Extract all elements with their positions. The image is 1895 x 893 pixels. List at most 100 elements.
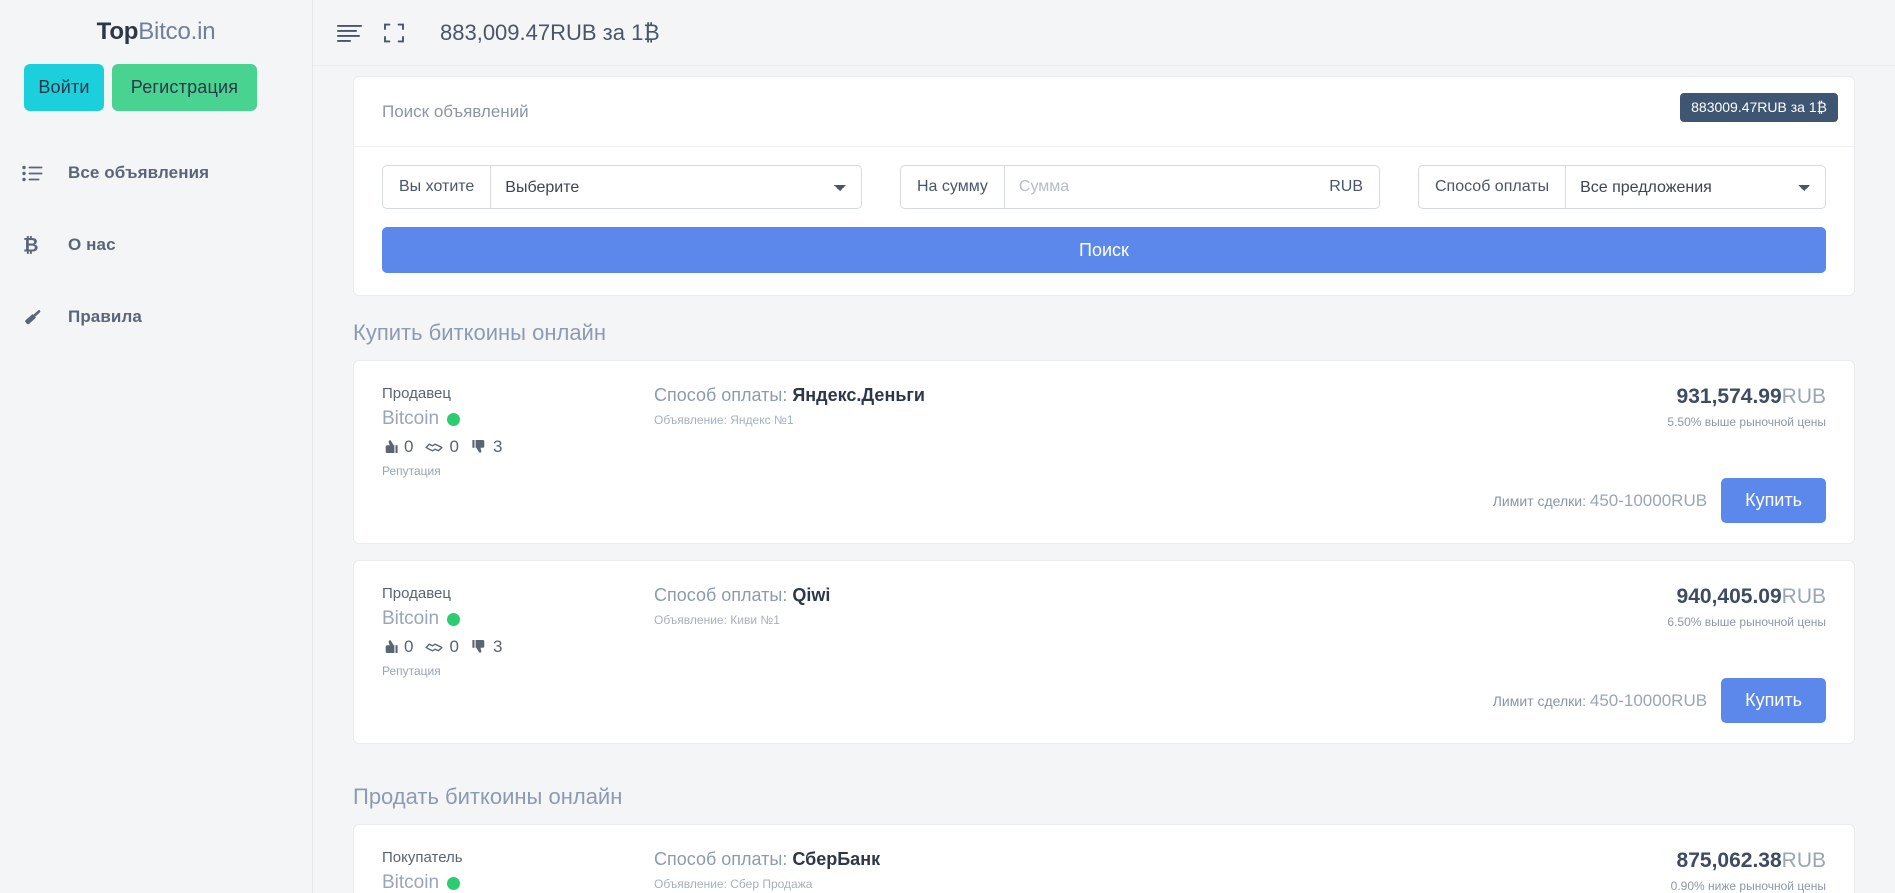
- listing-limit-value: 450-10000RUB: [1589, 490, 1708, 510]
- login-button[interactable]: Войти: [24, 64, 104, 111]
- search-form-row: Вы хотите Выберите На сумму RUB: [382, 165, 1826, 209]
- listing-role: Продавец: [382, 585, 451, 602]
- listing-action-row: Лимит сделки: 450-10000RUB Купить: [1493, 678, 1826, 723]
- listing-method-column: Способ оплаты: СберБанк Объявление: Сбер…: [644, 849, 1526, 893]
- listing-payment-method: Способ оплаты: СберБанк: [654, 849, 1526, 870]
- listing-payment-method-value: СберБанк: [792, 849, 881, 869]
- listing-payment-method: Способ оплаты: Qiwi: [654, 585, 1526, 606]
- payment-method-select[interactable]: Все предложения: [1565, 165, 1826, 209]
- want-select[interactable]: Выберите: [490, 165, 862, 209]
- listing-buy-button[interactable]: Купить: [1721, 478, 1826, 523]
- listing-payment-method-value: Qiwi: [792, 585, 831, 605]
- handshake-icon: [425, 640, 444, 655]
- listing-username: Bitcoin: [382, 408, 440, 429]
- listing-price-column: 875,062.38RUB 0.90% ниже рыночной цены: [1526, 849, 1826, 893]
- listing-price-currency: RUB: [1781, 585, 1826, 608]
- listing-price-value: 875,062.38: [1676, 849, 1782, 872]
- reputation-trades-count: 0: [449, 637, 459, 656]
- sidebar-nav: Все объявления ₿ О нас Правила: [0, 137, 312, 353]
- list-icon: [22, 165, 56, 182]
- search-form: Вы хотите Выберите На сумму RUB: [354, 147, 1854, 295]
- sidebar-item-all-listings[interactable]: Все объявления: [0, 137, 312, 209]
- listing-buy-button[interactable]: Купить: [1721, 678, 1826, 723]
- reputation-up-count: 3: [492, 637, 503, 656]
- sidebar-item-about-label: О нас: [68, 235, 116, 254]
- brand-logo-strong: Top: [96, 18, 139, 45]
- thumbs-up-icon: [471, 639, 488, 656]
- amount-input[interactable]: [1003, 165, 1314, 209]
- listing-payment-method-label: Способ оплаты:: [654, 585, 788, 605]
- listing-method-column: Способ оплаты: Яндекс.Деньги Объявление:…: [644, 385, 1526, 523]
- listing-ad-name: Объявление: Сбер Продажа: [654, 877, 813, 891]
- sidebar-item-all-listings-label: Все объявления: [68, 163, 210, 182]
- listing-card[interactable]: Продавец Bitcoin 0 0 3 Репутация Способ …: [353, 560, 1855, 744]
- search-submit-button[interactable]: Поиск: [382, 227, 1826, 273]
- svg-text:₿: ₿: [23, 236, 38, 257]
- sidebar-item-about[interactable]: ₿ О нас: [0, 209, 312, 281]
- reputation-trades-count: 0: [449, 437, 459, 456]
- listing-role: Продавец: [382, 385, 451, 402]
- thumbs-down-icon: [382, 639, 399, 656]
- listing-user[interactable]: Bitcoin: [382, 408, 644, 430]
- content-scroll-area[interactable]: 883009.47RUB за 1₿ Поиск объявлений Вы х…: [313, 66, 1895, 893]
- page-title: 883,009.47RUB за 1₿: [440, 19, 660, 45]
- listing-card[interactable]: Покупатель Bitcoin 0: [353, 824, 1855, 893]
- listing-price-note: 0.90% ниже рыночной цены: [1670, 879, 1826, 893]
- listing-payment-method-label: Способ оплаты:: [654, 849, 788, 869]
- listing-user[interactable]: Bitcoin: [382, 872, 644, 893]
- listing-method-column: Способ оплаты: Qiwi Объявление: Киви №1: [644, 585, 1526, 723]
- search-panel: 883009.47RUB за 1₿ Поиск объявлений Вы х…: [353, 76, 1855, 296]
- amount-group: На сумму RUB: [900, 165, 1380, 209]
- payment-method-label: Способ оплаты: [1418, 165, 1566, 209]
- reputation-down-count: 0: [404, 437, 414, 456]
- online-status-icon: [447, 412, 461, 426]
- listing-limit: Лимит сделки: 450-10000RUB: [1493, 691, 1707, 711]
- listing-payment-method: Способ оплаты: Яндекс.Деньги: [654, 385, 1526, 406]
- brand-logo-rest: Bitco.in: [138, 18, 216, 45]
- listing-payment-method-label: Способ оплаты:: [654, 385, 788, 405]
- search-panel-heading: Поиск объявлений: [354, 77, 1854, 147]
- listing-ad-name: Объявление: Киви №1: [654, 613, 780, 627]
- listing-card[interactable]: Продавец Bitcoin 0 0 3 Репутация Способ …: [353, 360, 1855, 544]
- listing-user[interactable]: Bitcoin: [382, 608, 644, 630]
- main-area: 883,009.47RUB за 1₿ 883009.47RUB за 1₿ П…: [313, 0, 1895, 893]
- listing-limit-label: Лимит сделки:: [1492, 492, 1586, 509]
- listing-reputation: 0 0 3: [382, 637, 644, 657]
- listing-price: 931,574.99RUB: [1526, 385, 1826, 409]
- thumbs-down-icon: [382, 439, 399, 456]
- section-title-sell: Продать биткоины онлайн: [353, 784, 623, 809]
- topbar: 883,009.47RUB за 1₿: [313, 0, 1895, 66]
- handshake-icon: [425, 440, 444, 455]
- listing-seller-column: Продавец Bitcoin 0 0 3 Репутация: [382, 585, 644, 723]
- bitcoin-icon: ₿: [22, 234, 56, 257]
- want-label: Вы хотите: [382, 165, 491, 209]
- listing-reputation: 0 0 3: [382, 437, 644, 457]
- gavel-icon: [22, 306, 56, 328]
- listing-limit-label: Лимит сделки:: [1492, 692, 1586, 709]
- payment-method-group: Способ оплаты Все предложения: [1418, 165, 1826, 209]
- listing-role: Покупатель: [382, 849, 463, 866]
- fullscreen-icon[interactable]: [384, 23, 404, 43]
- register-button[interactable]: Регистрация: [112, 64, 257, 111]
- reputation-up-count: 3: [492, 437, 503, 456]
- listing-price-note: 6.50% выше рыночной цены: [1667, 615, 1826, 629]
- hamburger-menu-icon[interactable]: [337, 24, 362, 42]
- listing-payment-method-value: Яндекс.Деньги: [792, 385, 925, 405]
- sidebar: TopBitco.in Войти Регистрация Все объявл…: [0, 0, 313, 893]
- currency-label: RUB: [1313, 165, 1380, 209]
- section-title-buy: Купить биткоины онлайн: [353, 320, 606, 345]
- listing-price-currency: RUB: [1781, 385, 1826, 408]
- brand-logo[interactable]: TopBitco.in: [0, 8, 312, 52]
- thumbs-up-icon: [471, 439, 488, 456]
- sidebar-item-rules-label: Правила: [68, 307, 142, 326]
- listing-username: Bitcoin: [382, 872, 440, 893]
- reputation-down-count: 0: [404, 637, 414, 656]
- listing-price: 940,405.09RUB: [1526, 585, 1826, 609]
- sidebar-item-rules[interactable]: Правила: [0, 281, 312, 353]
- listing-price-value: 940,405.09: [1676, 585, 1782, 608]
- reputation-label: Репутация: [382, 464, 441, 478]
- listing-action-row: Лимит сделки: 450-10000RUB Купить: [1493, 478, 1826, 523]
- listing-price-currency: RUB: [1781, 849, 1826, 872]
- listing-price-note: 5.50% выше рыночной цены: [1667, 415, 1826, 429]
- rate-tooltip: 883009.47RUB за 1₿: [1680, 93, 1838, 122]
